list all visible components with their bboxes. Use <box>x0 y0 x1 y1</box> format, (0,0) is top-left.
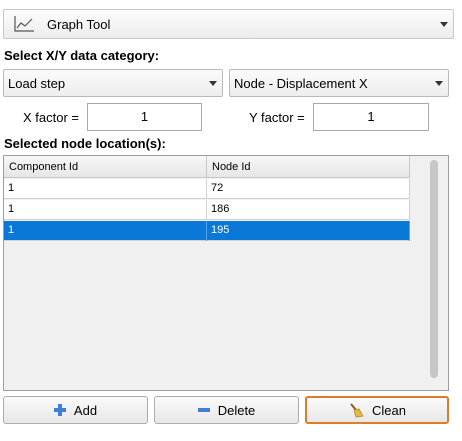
chevron-down-icon <box>440 22 448 27</box>
minus-icon <box>197 408 210 412</box>
chevron-down-icon <box>435 81 443 86</box>
x-category-value: Load step <box>8 76 66 91</box>
component-id-cell: 1 <box>4 200 207 220</box>
table-row-selected[interactable]: 1 195 <box>4 221 410 241</box>
chevron-down-icon <box>209 81 217 86</box>
add-button[interactable]: Add <box>3 396 148 424</box>
x-factor-input[interactable]: 1 <box>87 103 202 131</box>
delete-button[interactable]: Delete <box>154 396 299 424</box>
column-header-node-id[interactable]: Node Id <box>207 156 410 178</box>
node-location-table[interactable]: Component Id Node Id 1 72 1 186 1 195 <box>3 155 449 391</box>
broom-icon <box>350 403 364 418</box>
y-category-select[interactable]: Node - Displacement X <box>229 69 449 97</box>
node-id-cell: 186 <box>207 200 410 220</box>
line-chart-icon <box>14 16 34 32</box>
clean-button[interactable]: Clean <box>305 396 449 424</box>
y-category-value: Node - Displacement X <box>234 76 368 91</box>
y-factor-input[interactable]: 1 <box>313 103 429 131</box>
plus-icon <box>53 404 66 416</box>
node-id-cell: 195 <box>207 221 410 241</box>
table-row[interactable]: 1 186 <box>4 200 410 220</box>
table-row[interactable]: 1 72 <box>4 179 410 199</box>
delete-button-label: Delete <box>217 402 256 418</box>
component-id-cell: 1 <box>4 179 207 199</box>
component-id-cell: 1 <box>4 221 207 241</box>
clean-button-label: Clean <box>372 402 406 418</box>
node-id-cell: 72 <box>207 179 410 199</box>
xy-category-title: Select X/Y data category: <box>4 48 160 63</box>
table-header: Component Id Node Id <box>4 156 410 178</box>
x-category-select[interactable]: Load step <box>3 69 223 97</box>
add-button-label: Add <box>73 402 98 418</box>
graph-tool-dropdown[interactable]: Graph Tool <box>3 9 454 39</box>
scrollbar-thumb[interactable] <box>430 160 438 378</box>
graph-tool-label: Graph Tool <box>47 17 111 32</box>
y-factor-label: Y factor = <box>249 110 305 125</box>
column-header-component-id[interactable]: Component Id <box>4 156 207 178</box>
node-locations-title: Selected node location(s): <box>4 136 166 151</box>
x-factor-label: X factor = <box>23 110 79 125</box>
